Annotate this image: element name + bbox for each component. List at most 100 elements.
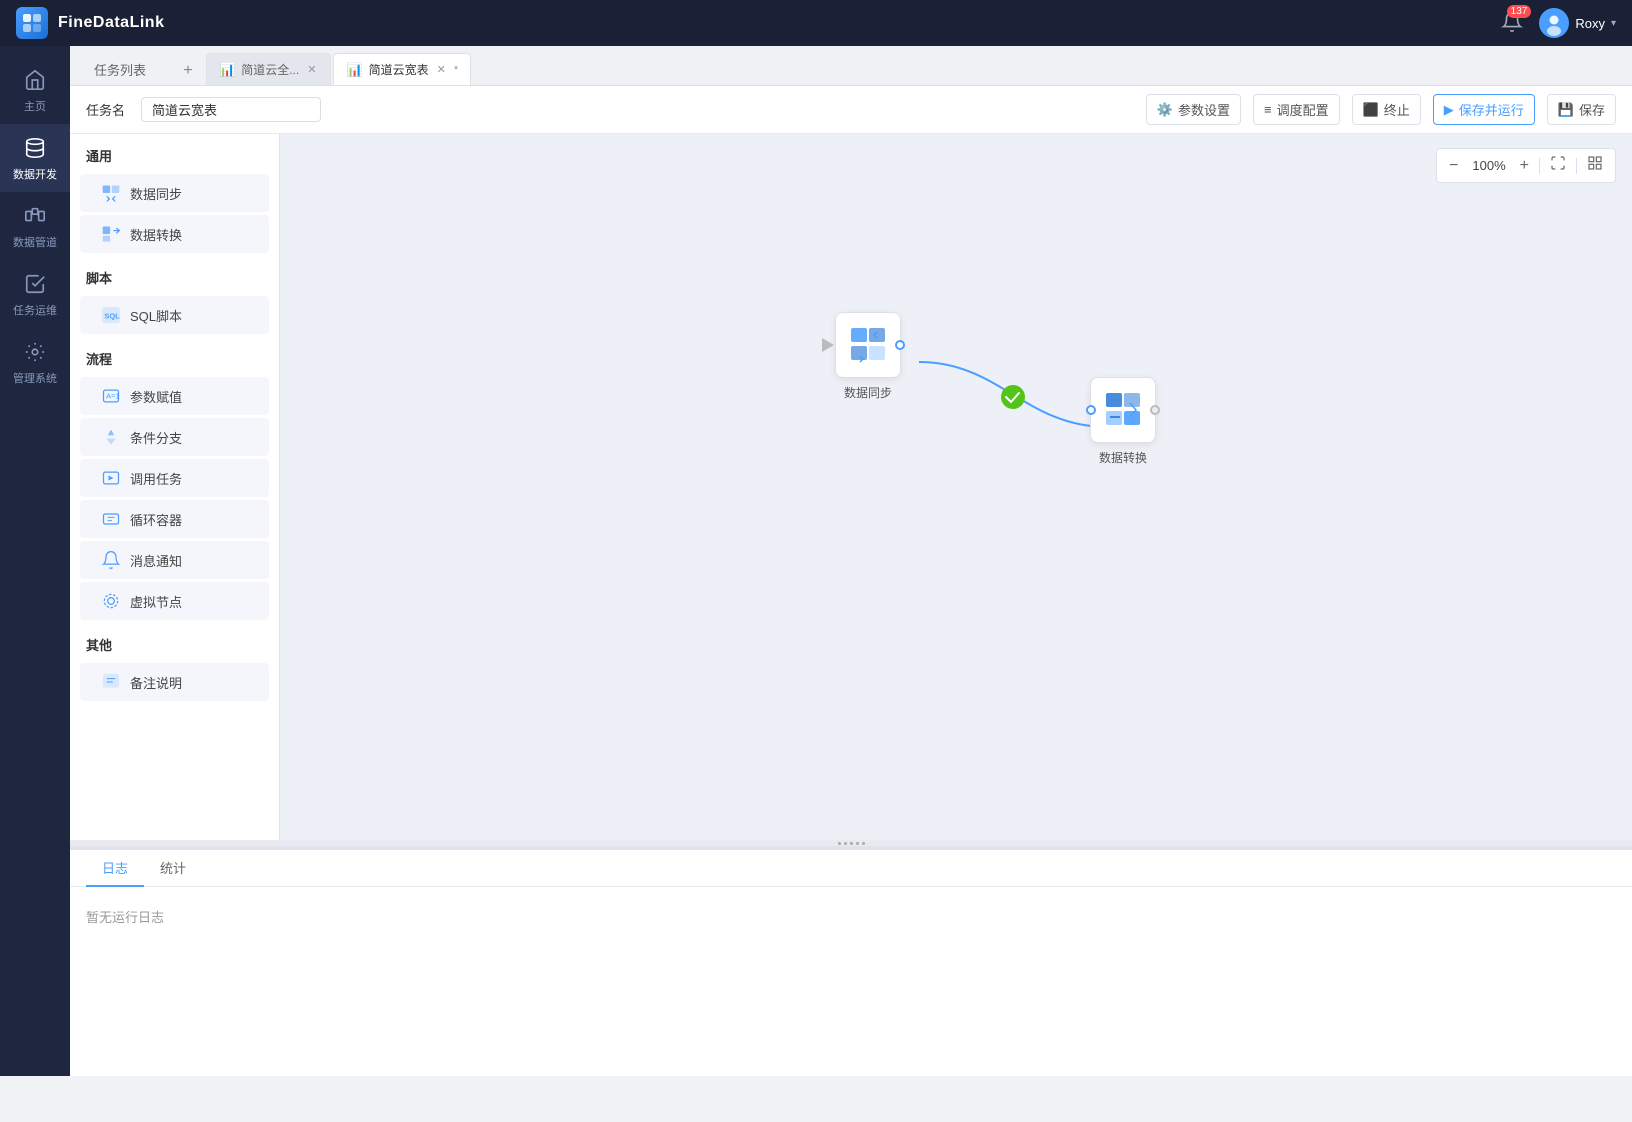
node-play-button[interactable] [822, 338, 834, 352]
sidebar-label-data-dev: 数据开发 [13, 166, 57, 182]
node-data-transform-input-port[interactable] [1086, 405, 1096, 415]
panel-item-virtual-node-label: 虚拟节点 [130, 592, 182, 611]
logo-area: FineDataLink [16, 7, 164, 39]
panel-item-sql-script[interactable]: SQL SQL脚本 [80, 296, 269, 334]
tab-jiandao-wide[interactable]: 📊 简道云宽表 ✕ * [333, 53, 471, 85]
save-run-button[interactable]: ▶ 保存并运行 [1433, 94, 1535, 125]
task-name-input[interactable] [141, 97, 321, 122]
tab-add-button[interactable]: + [174, 57, 202, 85]
content-area: 任务列表 + 📊 简道云全... ✕ 📊 简道云宽表 ✕ * 任务名 ⚙️ [70, 46, 1632, 1076]
top-header: FineDataLink 137 Roxy ▾ [0, 0, 1632, 46]
main-layout: 主页 数据开发 数据管道 [0, 46, 1632, 1076]
sidebar-item-task-ops[interactable]: 任务运维 [0, 260, 70, 328]
node-data-transform-output-port[interactable] [1150, 405, 1160, 415]
node-data-transform-box[interactable] [1090, 377, 1156, 443]
bottom-tab-log[interactable]: 日志 [86, 850, 144, 887]
app-title: FineDataLink [58, 14, 164, 32]
grid-view-button[interactable] [1583, 153, 1607, 178]
section-header-general: 通用 [70, 134, 279, 171]
sidebar-label-home: 主页 [24, 98, 46, 114]
stop-label: 终止 [1384, 100, 1410, 119]
zoom-level: 100% [1468, 158, 1509, 173]
notification-icon [100, 549, 122, 571]
data-transform-panel-icon [100, 223, 122, 245]
avatar [1539, 8, 1569, 38]
user-name: Roxy [1575, 16, 1605, 31]
panel-item-call-task-label: 调用任务 [130, 469, 182, 488]
svg-text:SQL: SQL [104, 311, 120, 320]
zoom-in-button[interactable]: + [1516, 155, 1533, 177]
schedule-config-button[interactable]: ≡ 调度配置 [1253, 94, 1340, 125]
panel-item-annotation[interactable]: 备注说明 [80, 663, 269, 701]
param-settings-button[interactable]: ⚙️ 参数设置 [1146, 94, 1241, 125]
panel-item-data-sync[interactable]: 数据同步 [80, 174, 269, 212]
schedule-config-label: 调度配置 [1277, 100, 1329, 119]
divider2 [1576, 158, 1577, 174]
panel-item-notification[interactable]: 消息通知 [80, 541, 269, 579]
tab-jiandao-full[interactable]: 📊 简道云全... ✕ [206, 53, 331, 85]
annotation-icon [100, 671, 122, 693]
node-data-sync[interactable]: 数据同步 [835, 312, 901, 401]
sql-script-icon: SQL [100, 304, 122, 326]
user-area[interactable]: Roxy ▾ [1539, 8, 1616, 38]
notification-button[interactable]: 137 [1501, 11, 1523, 36]
toolbar: 任务名 ⚙️ 参数设置 ≡ 调度配置 ⬛ 终止 ▶ 保存并运行 [70, 86, 1632, 134]
panel-item-data-transform-label: 数据转换 [130, 225, 182, 244]
canvas-controls: − 100% + [1436, 148, 1616, 183]
condition-icon [100, 426, 122, 448]
call-task-icon [100, 467, 122, 489]
panel-item-param-assign-label: 参数赋值 [130, 387, 182, 406]
notification-badge: 137 [1507, 5, 1532, 18]
panel-item-call-task[interactable]: 调用任务 [80, 459, 269, 497]
save-button[interactable]: 💾 保存 [1547, 94, 1616, 125]
tab-bar: 任务列表 + 📊 简道云全... ✕ 📊 简道云宽表 ✕ * [70, 46, 1632, 86]
toolbar-actions: ⚙️ 参数设置 ≡ 调度配置 ⬛ 终止 ▶ 保存并运行 💾 保存 [1146, 94, 1616, 125]
panel-item-notification-label: 消息通知 [130, 551, 182, 570]
panel-item-virtual-node[interactable]: 虚拟节点 [80, 582, 269, 620]
sidebar-item-data-pipeline[interactable]: 数据管道 [0, 192, 70, 260]
tab-modified-indicator: * [454, 64, 458, 76]
bottom-tab-stats[interactable]: 统计 [144, 850, 202, 887]
work-area: 通用 数据同步 [70, 134, 1632, 1076]
param-settings-icon: ⚙️ [1157, 102, 1173, 118]
logo-icon [16, 7, 48, 39]
component-panel: 通用 数据同步 [70, 134, 280, 840]
panel-item-loop-container[interactable]: 循环容器 [80, 500, 269, 538]
sidebar-item-data-dev[interactable]: 数据开发 [0, 124, 70, 192]
save-icon: 💾 [1558, 102, 1574, 118]
panel-item-annotation-label: 备注说明 [130, 673, 182, 692]
resize-dots [838, 842, 865, 845]
stop-button[interactable]: ⬛ 终止 [1352, 94, 1421, 125]
section-header-flow: 流程 [70, 337, 279, 374]
canvas-area[interactable]: − 100% + [280, 134, 1632, 840]
section-header-other: 其他 [70, 623, 279, 660]
sidebar-item-manage[interactable]: 管理系统 [0, 328, 70, 396]
sidebar-item-home[interactable]: 主页 [0, 56, 70, 124]
node-data-transform[interactable]: 数据转换 [1090, 377, 1156, 466]
panel-item-sql-script-label: SQL脚本 [130, 306, 182, 325]
task-ops-icon [21, 270, 49, 298]
sidebar-label-task-ops: 任务运维 [13, 302, 57, 318]
svg-text:A=1: A=1 [106, 392, 120, 401]
sidebar: 主页 数据开发 数据管道 [0, 46, 70, 1076]
flow-connections [280, 134, 1632, 840]
section-header-script: 脚本 [70, 256, 279, 293]
panel-item-param-assign[interactable]: A=1 参数赋值 [80, 377, 269, 415]
tab-label-2: 简道云宽表 [369, 61, 429, 78]
node-data-sync-label: 数据同步 [844, 384, 892, 401]
manage-icon [21, 338, 49, 366]
divider [1539, 158, 1540, 174]
save-label: 保存 [1579, 100, 1605, 119]
tab-close-2[interactable]: ✕ [435, 62, 448, 77]
param-settings-label: 参数设置 [1178, 100, 1230, 119]
zoom-out-button[interactable]: − [1445, 155, 1462, 177]
tab-close-1[interactable]: ✕ [305, 62, 318, 77]
node-data-sync-box[interactable] [835, 312, 901, 378]
node-data-sync-output-port[interactable] [895, 340, 905, 350]
panel-item-condition[interactable]: 条件分支 [80, 418, 269, 456]
tab-task-list[interactable]: 任务列表 [78, 53, 162, 85]
param-assign-icon: A=1 [100, 385, 122, 407]
fit-view-button[interactable] [1546, 153, 1570, 178]
panel-item-data-transform[interactable]: 数据转换 [80, 215, 269, 253]
schedule-config-icon: ≡ [1264, 102, 1272, 117]
